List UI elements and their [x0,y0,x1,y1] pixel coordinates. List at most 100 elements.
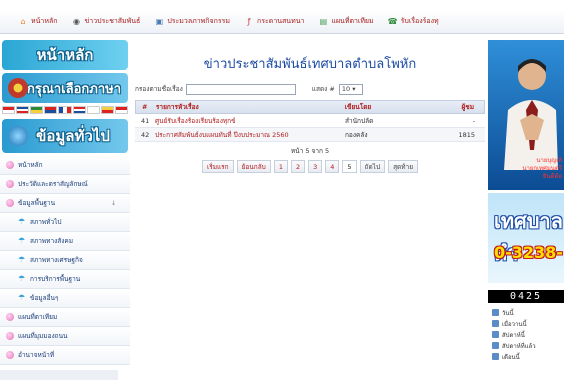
sidebar-item-authority[interactable]: อำนาจหน้าที่ [0,346,130,365]
sidebar-item-label: การบริการพื้นฐาน [30,275,81,283]
table-header: # รายการหัวเรื่อง เขียนโดย ผู้ชม [135,100,485,114]
nav-forum[interactable]: ƒ กระดานสนทนา [244,16,305,27]
header-views[interactable]: ผู้ชม [424,102,484,112]
megaphone-icon: ◉ [72,16,80,26]
page-button-5[interactable]: 5 [342,160,357,173]
forum-icon: ƒ [247,16,251,26]
flag-icon[interactable] [114,106,128,114]
flag-icon[interactable] [44,106,58,114]
flag-icon[interactable] [58,106,72,114]
bullet-icon [6,199,14,207]
bullet-icon [6,180,14,188]
first-page-button[interactable]: เริ่มแรก [201,160,234,173]
flag-icon[interactable] [100,106,114,114]
people-icon [492,331,499,338]
nav-news[interactable]: ◉ ข่าวประชาสัมพันธ์ [71,16,140,27]
visitor-stats: วันนี้ เมื่อวานนี้ สัปดาห์นี้ สัปดาห์ที่… [488,307,564,362]
home-banner-text: หน้าหลัก [36,46,94,64]
sidebar-item-street-view[interactable]: แผนที่มุมมองถนน [0,327,130,346]
nav-home[interactable]: ⌂ หน้าหลัก [18,16,57,27]
stat-row: สัปดาห์ที่แล้ว [492,340,564,351]
page-button-4[interactable]: 4 [325,160,340,173]
pagination: เริ่มแรก ย้อนกลับ 1 2 3 4 5 ถัดไป สุดท้า… [135,160,485,173]
sidebar-subitem-other[interactable]: ☂ ข้อมูลอื่นๆ [0,289,130,308]
contact-phone: 0-3238- [494,243,563,262]
next-page-button[interactable]: ถัดไป [359,160,386,173]
stat-label: สัปดาห์ที่แล้ว [502,342,536,350]
right-column: นายบุญเลิ นายกเทศมนตรี ยินดีต้อ เทศบาลตำ… [488,40,564,380]
sidebar-item-label: หน้าหลัก [18,161,43,169]
mayor-portrait-icon [504,59,558,170]
stat-row: เมื่อวานนี้ [492,318,564,329]
rows-per-page-select[interactable]: 10 ▾ [338,83,363,95]
sidebar-item-label: สภาพทางสังคม [30,237,74,245]
flag-icon[interactable] [86,106,100,114]
language-flags [2,106,128,116]
row-title-link[interactable]: ศูนย์รับเรื่องร้องเรียนร้องทุกข์ [155,116,345,126]
camera-icon: ▣ [155,16,164,26]
header-no[interactable]: # [136,103,156,111]
sidebar-item-history[interactable]: ประวัติและตราสัญลักษณ์ [0,175,130,194]
bullet-icon [6,332,14,340]
stat-label: สัปดาห์นี้ [502,331,525,339]
header-title[interactable]: รายการหัวเรื่อง [156,102,345,112]
row-views: 1815 [458,130,475,139]
last-page-button[interactable]: สุดท้าย [388,160,419,173]
sidebar-subitem-economy[interactable]: ☂ สภาพทางเศรษฐกิจ [0,251,130,270]
nav-gallery[interactable]: ▣ ประมวลภาพกิจกรรม [154,16,230,27]
contact-banner[interactable]: เทศบาลตำ 0-3238- [488,193,564,283]
sidebar-subitem-general[interactable]: ☂ สภาพทั่วไป [0,213,130,232]
asean-logo-icon [8,78,28,98]
left-sidebar: หน้าหลัก กรุณาเลือกภาษา ข้อมูลทั่วไป หน้… [0,40,130,380]
header-publisher[interactable]: เขียนโดย [345,102,425,112]
nav-label: หน้าหลัก [31,17,58,25]
language-banner[interactable]: กรุณาเลือกภาษา [2,73,128,103]
stat-label: เดือนนี้ [502,353,520,361]
general-info-banner[interactable]: ข้อมูลทั่วไป [2,119,128,153]
sidebar-subitem-services[interactable]: ☂ การบริการพื้นฐาน [0,270,130,289]
nav-label: แผนที่ตาเทียม [331,17,374,25]
page-button-3[interactable]: 3 [308,160,323,173]
people-icon [492,309,499,316]
row-title-link[interactable]: ประกาศสัมพันธ์งบแผนทันที่ ปีงบประมาณ 256… [155,130,345,140]
stat-row: วันนี้ [492,307,564,318]
home-banner[interactable]: หน้าหลัก [2,40,128,70]
nav-complaint[interactable]: ☎ รับเรื่องร้องทุ [388,16,439,27]
people-icon [492,342,499,349]
news-table: # รายการหัวเรื่อง เขียนโดย ผู้ชม 41 ศูนย… [135,100,485,142]
sidebar-item-label: สภาพทั่วไป [30,218,62,226]
nav-map[interactable]: ▤ แผนที่ตาเทียม [318,16,374,27]
page-title: ข่าวประชาสัมพันธ์เทศบาลตำบลโพหัก [203,57,417,72]
sidebar-subitem-social[interactable]: ☂ สภาพทางสังคม [0,232,130,251]
stat-label: เมื่อวานนี้ [502,320,527,328]
mayor-photo: นายบุญเลิ นายกเทศมนตรี ยินดีต้อ [488,40,564,190]
row-no: 41 [141,116,150,125]
flag-icon[interactable] [16,106,30,114]
stat-row: สัปดาห์นี้ [492,329,564,340]
caption-line: นายกเทศมนตรี [522,165,562,172]
page-button-1[interactable]: 1 [273,160,288,173]
people-icon [492,320,499,327]
row-publisher: กองคลัง [345,130,368,139]
flag-icon[interactable] [72,106,86,114]
sidebar-item-label: ประวัติและตราสัญลักษณ์ [18,180,88,188]
nav-label: กระดานสนทนา [257,17,305,25]
filter-input[interactable] [185,83,296,95]
nav-label: ประมวลภาพกิจกรรม [167,17,231,25]
sidebar-item-map[interactable]: แผนที่ตาเทียม [0,308,130,327]
swirl-icon: ☂ [18,217,26,226]
home-icon: ⌂ [20,16,26,26]
sidebar-item-home[interactable]: หน้าหลัก [0,156,130,175]
bullet-icon [6,313,14,321]
prev-page-button[interactable]: ย้อนกลับ [236,160,271,173]
general-info-text: ข้อมูลทั่วไป [36,127,110,145]
chevron-down-icon: ↓ [110,199,116,207]
page-button-2[interactable]: 2 [290,160,306,173]
flag-icon[interactable] [2,106,16,114]
sidebar-item-basic-info[interactable]: ข้อมูลพื้นฐาน ↓ [0,194,130,213]
stat-label: วันนี้ [502,309,514,317]
info-globe-icon [8,126,28,146]
sidebar-item-label: ข้อมูลอื่นๆ [30,294,59,302]
row-publisher: สำนักปลัด [345,116,374,125]
flag-icon[interactable] [30,106,44,114]
